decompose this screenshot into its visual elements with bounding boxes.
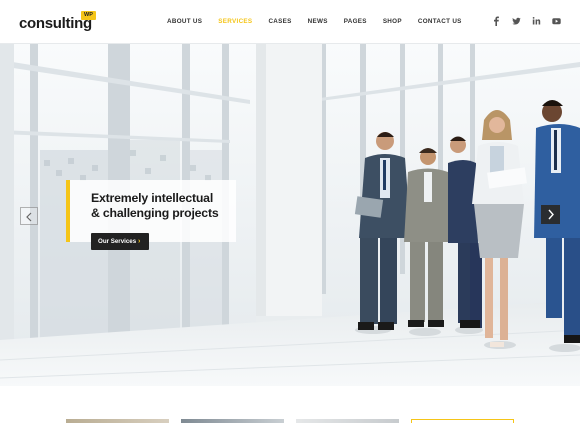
hero-slider: Extremely intellectual & challenging pro… — [0, 0, 580, 386]
main-nav: ABOUT US SERVICES CASES NEWS PAGES SHOP … — [167, 18, 478, 25]
service-card-1-image[interactable] — [66, 419, 169, 423]
service-card-3-image[interactable] — [296, 419, 399, 423]
nav-item-cases[interactable]: CASES — [268, 18, 291, 25]
nav-item-contact-us[interactable]: CONTACT US — [418, 18, 462, 25]
our-services-button[interactable]: Our Services › — [91, 233, 149, 250]
nav-item-news[interactable]: NEWS — [308, 18, 328, 25]
chevron-left-icon — [26, 212, 32, 222]
slider-prev-button[interactable] — [20, 207, 38, 225]
social-links — [492, 16, 572, 26]
chevron-right-icon — [548, 209, 554, 220]
logo-badge: WP — [81, 11, 96, 20]
nav-item-services[interactable]: SERVICES — [218, 18, 252, 25]
slide-title-line-2: & challenging projects — [91, 206, 219, 220]
linkedin-icon[interactable] — [532, 16, 541, 26]
twitter-icon[interactable] — [512, 16, 521, 26]
nav-item-about-us[interactable]: ABOUT US — [167, 18, 202, 25]
services-section — [0, 386, 580, 423]
service-card-2-image[interactable] — [181, 419, 284, 423]
chevron-right-icon: › — [138, 238, 141, 245]
nav-item-shop[interactable]: SHOP — [383, 18, 402, 25]
facebook-icon[interactable] — [492, 16, 501, 26]
slide-title-line-1: Extremely intellectual — [91, 191, 214, 205]
nav-item-pages[interactable]: PAGES — [344, 18, 367, 25]
service-card-4-image[interactable] — [411, 419, 514, 423]
youtube-icon[interactable] — [552, 16, 561, 26]
slider-next-button[interactable] — [541, 205, 560, 224]
our-services-label: Our Services — [98, 238, 137, 245]
site-header: consulting WP ABOUT US SERVICES CASES NE… — [0, 0, 580, 44]
